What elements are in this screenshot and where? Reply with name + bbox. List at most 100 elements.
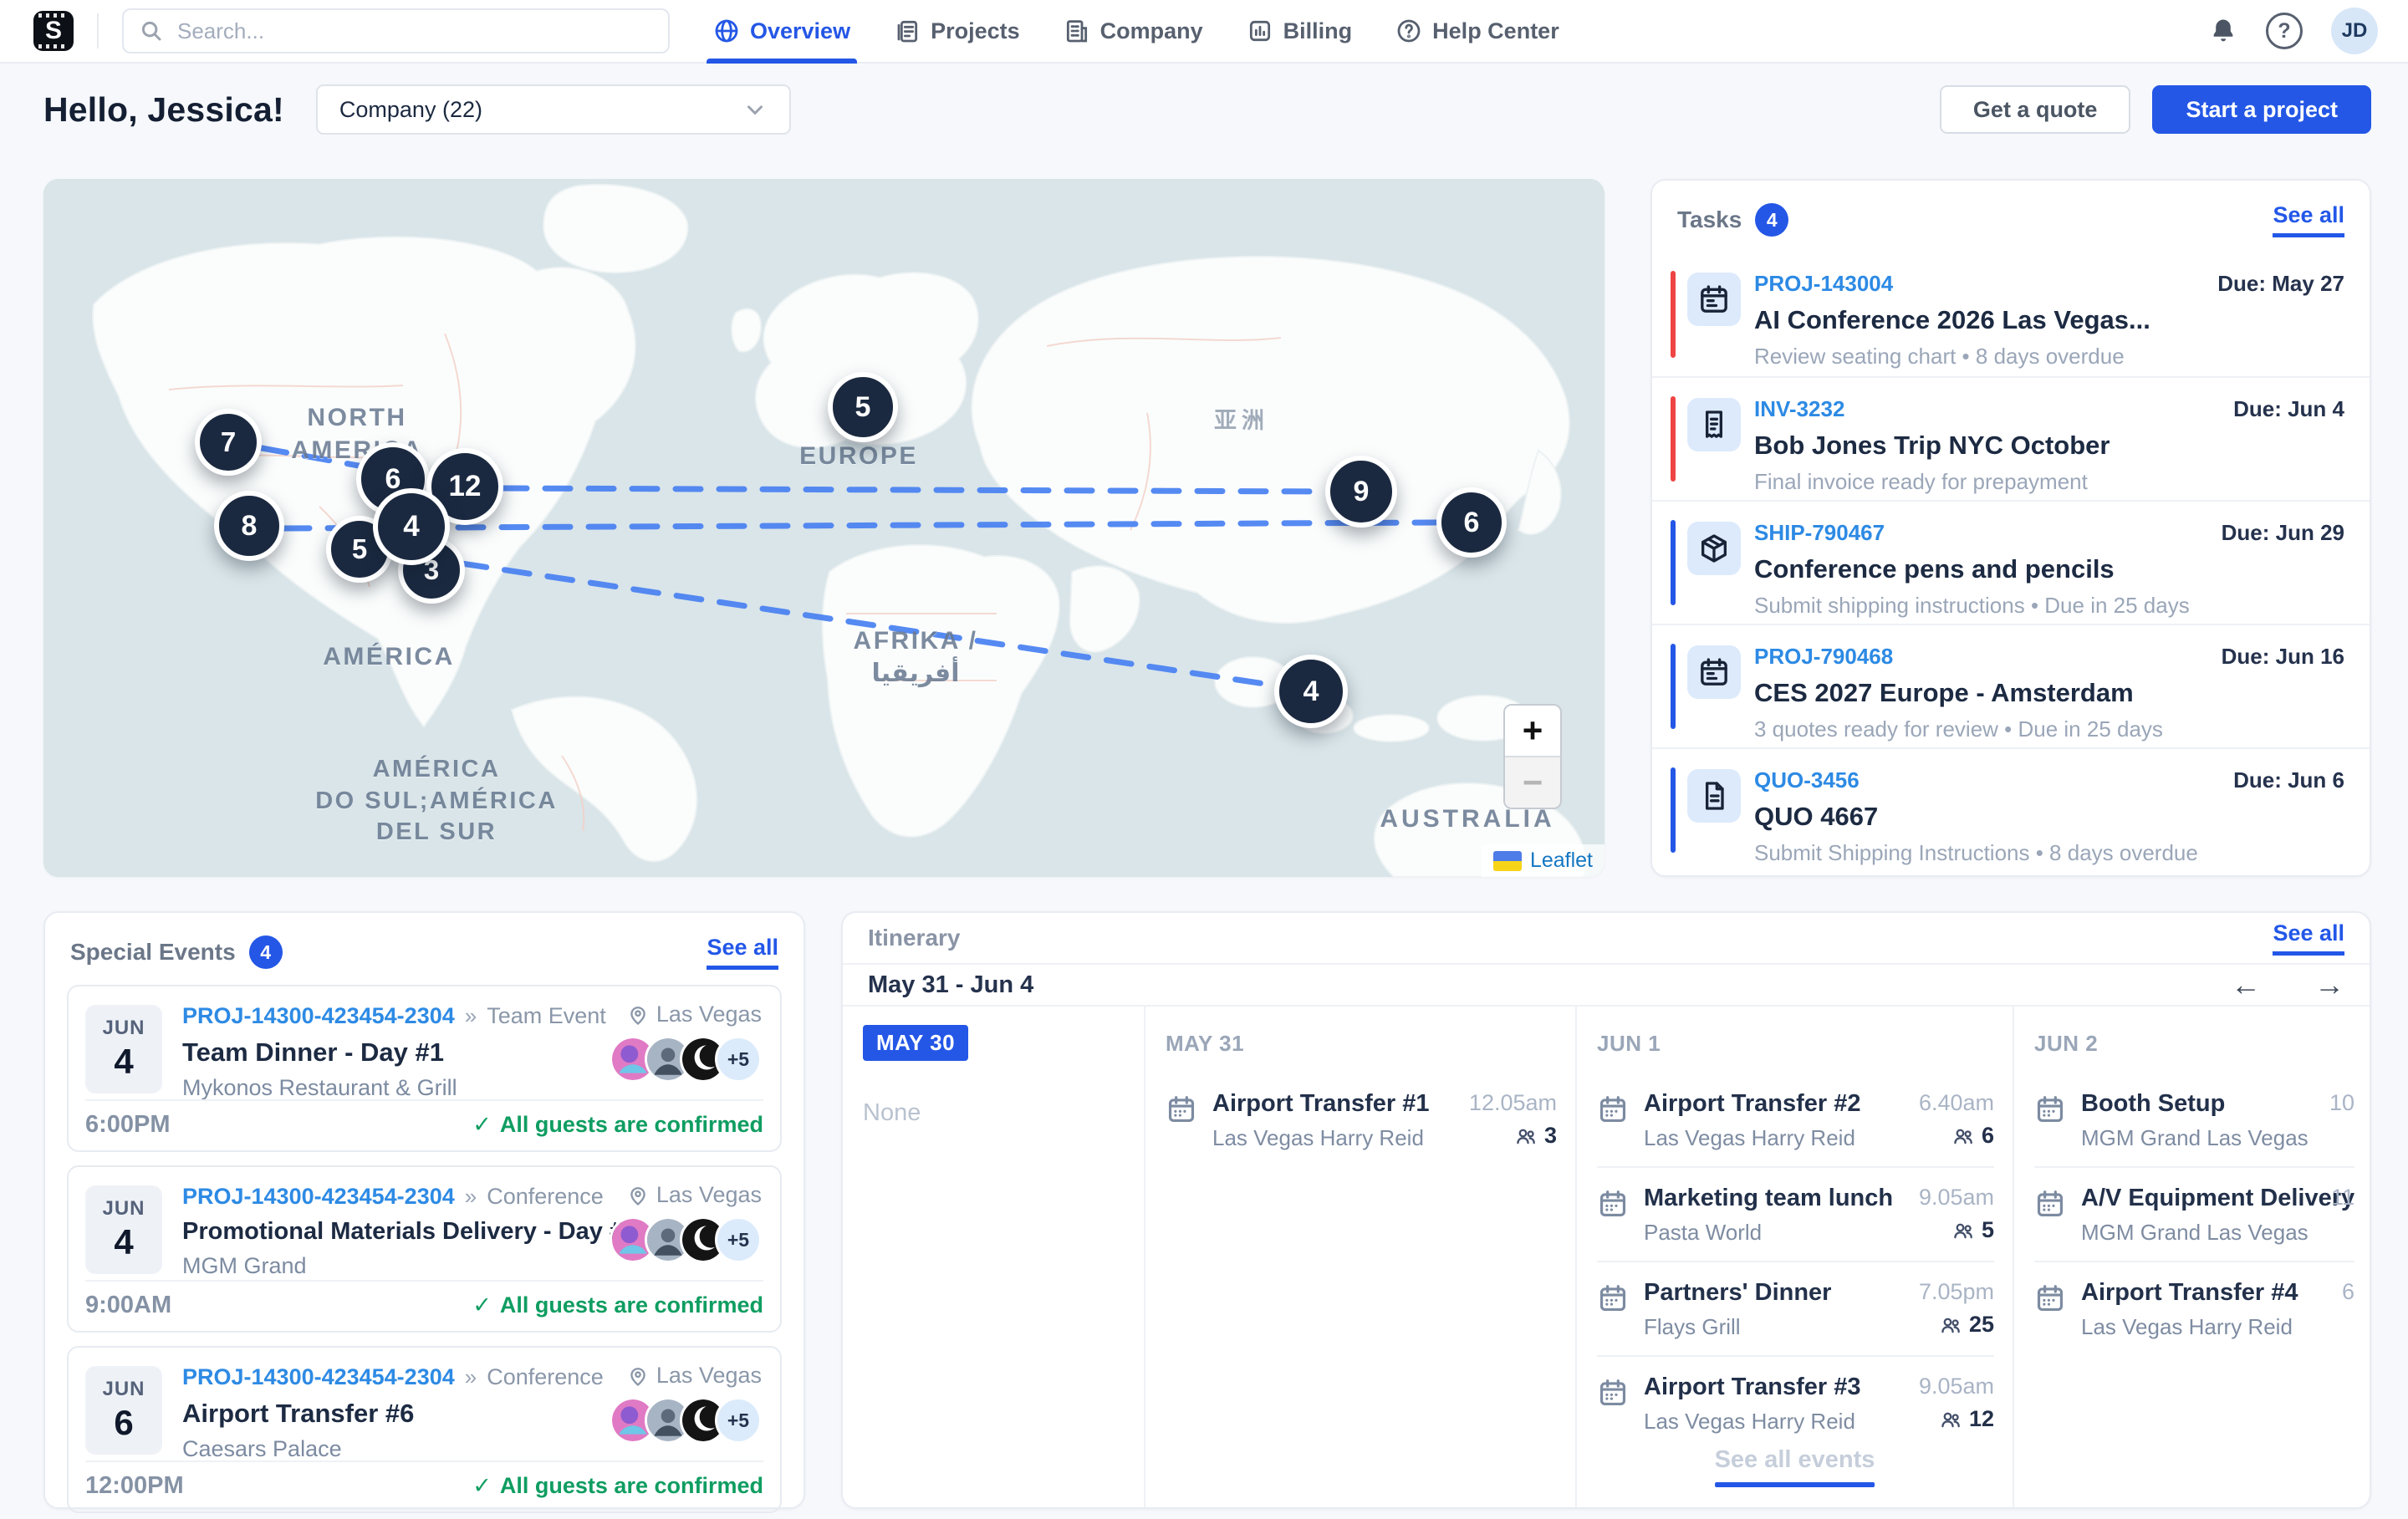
leaflet-link[interactable]: Leaflet: [1530, 849, 1593, 873]
map-cluster-marker[interactable]: 9: [1325, 456, 1397, 528]
map-label-asia: 亚洲: [1196, 406, 1288, 436]
zoom-in-button[interactable]: +: [1505, 706, 1560, 756]
task-row[interactable]: QUO-3456 QUO 4667 Submit Shipping Instru…: [1652, 747, 2370, 871]
special-events-title: Special Events: [70, 939, 236, 966]
itinerary-event-row[interactable]: Airport Transfer #3 Las Vegas Harry Reid…: [1597, 1355, 1994, 1450]
search-box[interactable]: [122, 8, 670, 54]
world-map[interactable]: NORTH AMERICA EUROPE 亚洲 AFRIKA / أفريقيا…: [43, 179, 1604, 877]
itinerary-event-time: 9.05am: [1919, 1374, 1994, 1399]
check-icon: ✓: [472, 1473, 492, 1499]
task-subtitle: Submit shipping instructions • Due in 25…: [1754, 593, 2344, 619]
map-label-europe: EUROPE: [779, 440, 938, 472]
itinerary-date-range: May 31 - Jun 4: [868, 971, 1033, 999]
see-all-events-label: See all events: [1715, 1446, 1875, 1474]
nav-tab-label: Projects: [931, 18, 1020, 44]
special-events-see-all-link[interactable]: See all: [707, 935, 778, 970]
bell-icon[interactable]: [2209, 17, 2237, 45]
itinerary-event-row[interactable]: A/V Equipment Delivery MGM Grand Las Veg…: [2034, 1166, 2354, 1261]
package-icon: [1687, 522, 1741, 575]
itinerary-event-row[interactable]: Airport Transfer #2 Las Vegas Harry Reid…: [1597, 1073, 1994, 1166]
event-status: All guests are confirmed: [500, 1112, 763, 1138]
task-row[interactable]: PROJ-143004 AI Conference 2026 Las Vegas…: [1652, 252, 2370, 376]
task-subtitle: 3 quotes ready for review • Due in 25 da…: [1754, 716, 2344, 742]
billing-chart-icon: [1247, 18, 1273, 44]
event-card[interactable]: JUN 4 PROJ-14300-423454-2304 » Team Even…: [67, 985, 782, 1152]
task-row[interactable]: INV-3232 Bob Jones Trip NYC October Fina…: [1652, 376, 2370, 500]
itinerary-event-time: 7.05pm: [1919, 1279, 1994, 1305]
search-input[interactable]: [176, 18, 653, 45]
event-status: All guests are confirmed: [500, 1292, 763, 1318]
tasks-see-all-link[interactable]: See all: [2273, 202, 2344, 237]
day-empty-label: None: [863, 1099, 1125, 1127]
day-chip-active[interactable]: MAY 30: [863, 1025, 968, 1061]
itinerary-event-row[interactable]: Booth Setup MGM Grand Las Vegas 10: [2034, 1073, 2354, 1166]
calendar-icon: [1597, 1188, 1629, 1220]
next-week-arrow[interactable]: →: [2314, 967, 2344, 1002]
calendar-icon: [1597, 1282, 1629, 1314]
start-project-button[interactable]: Start a project: [2152, 85, 2371, 134]
user-avatar[interactable]: JD: [2331, 8, 2378, 54]
itinerary-event-attendees: 5: [1982, 1217, 1994, 1243]
chevrons-right-icon: »: [465, 1184, 477, 1210]
tasks-title: Tasks: [1677, 206, 1742, 233]
check-icon: ✓: [472, 1112, 492, 1138]
map-cluster-marker[interactable]: 4: [373, 488, 450, 565]
map-label-south-america: AMÉRICA DO SUL;AMÉRICA DEL SUR: [315, 754, 558, 849]
event-venue: Mykonos Restaurant & Grill: [182, 1075, 529, 1101]
event-card[interactable]: JUN 6 PROJ-14300-423454-2304 » Conferenc…: [67, 1346, 782, 1513]
itinerary-event-row[interactable]: Partners' Dinner Flays Grill 7.05pm 25: [1597, 1261, 1994, 1355]
prev-week-arrow[interactable]: ←: [2231, 967, 2261, 1002]
itinerary-event-row[interactable]: Marketing team lunch Pasta World 9.05am …: [1597, 1166, 1994, 1261]
special-events-header: Special Events 4 See all: [45, 913, 804, 985]
app-logo[interactable]: S: [33, 11, 74, 51]
help-circle-icon[interactable]: ?: [2266, 13, 2303, 49]
nav-tab-company[interactable]: Company: [1064, 0, 1203, 63]
itinerary-event-row[interactable]: Airport Transfer #4 Las Vegas Harry Reid…: [2034, 1261, 2354, 1355]
nav-tab-billing[interactable]: Billing: [1247, 0, 1353, 63]
special-events-count-badge: 4: [249, 935, 283, 969]
start-project-label: Start a project: [2186, 97, 2338, 123]
event-time: 12:00PM: [85, 1472, 184, 1500]
task-title: QUO 4667: [1754, 802, 2344, 832]
itinerary-day-column: MAY 31 Airport Transfer #1 Las Vegas Har…: [1144, 1007, 1575, 1509]
event-project-link[interactable]: PROJ-14300-423454-2304: [182, 1184, 455, 1210]
guest-avatars: +5: [610, 1216, 762, 1263]
event-project-link[interactable]: PROJ-14300-423454-2304: [182, 1364, 455, 1390]
company-selector[interactable]: Company (22): [316, 84, 791, 135]
guest-avatars: +5: [610, 1036, 762, 1083]
itinerary-see-all-link[interactable]: See all: [2273, 920, 2344, 956]
event-day: 6: [114, 1403, 133, 1443]
itinerary-event-row[interactable]: Airport Transfer #1 Las Vegas Harry Reid…: [1166, 1073, 1557, 1166]
event-card[interactable]: JUN 4 PROJ-14300-423454-2304 » Conferenc…: [67, 1165, 782, 1333]
chevrons-right-icon: »: [465, 1364, 477, 1390]
task-subtitle: Final invoice ready for prepayment: [1754, 469, 2344, 495]
search-icon: [139, 18, 164, 43]
task-title: CES 2027 Europe - Amsterdam: [1754, 678, 2344, 708]
itinerary-event-time-clipped: 11: [2331, 1185, 2354, 1211]
map-cluster-marker[interactable]: 7: [195, 409, 262, 476]
check-icon: ✓: [472, 1292, 492, 1318]
itinerary-event-title: Airport Transfer #4: [2081, 1279, 2342, 1307]
map-cluster-marker[interactable]: 4: [1274, 655, 1348, 728]
nav-tab-projects[interactable]: Projects: [894, 0, 1020, 63]
itinerary-event-venue: Pasta World: [1644, 1220, 1919, 1246]
task-row[interactable]: PROJ-790468 CES 2027 Europe - Amsterdam …: [1652, 624, 2370, 747]
day-label: JUN 1: [1597, 1025, 1994, 1062]
calendar-icon: [2034, 1282, 2066, 1314]
event-day: 4: [114, 1042, 133, 1082]
event-project-link[interactable]: PROJ-14300-423454-2304: [182, 1003, 455, 1029]
nav-tab-overview[interactable]: Overview: [713, 0, 850, 63]
map-cluster-marker[interactable]: 8: [214, 491, 284, 561]
see-all-events-link[interactable]: See all events: [1715, 1446, 1875, 1487]
task-row[interactable]: SHIP-790467 Conference pens and pencils …: [1652, 500, 2370, 624]
zoom-out-button[interactable]: −: [1505, 756, 1560, 808]
map-cluster-marker[interactable]: 5: [828, 372, 898, 442]
itinerary-event-venue: Las Vegas Harry Reid: [1212, 1125, 1469, 1151]
location-pin-icon: [626, 1184, 650, 1207]
attendees-icon: [1514, 1124, 1538, 1148]
nav-tab-label: Company: [1100, 18, 1203, 44]
map-cluster-marker[interactable]: 6: [1436, 487, 1507, 558]
calendar-icon: [1687, 645, 1741, 699]
get-quote-button[interactable]: Get a quote: [1940, 85, 2131, 134]
nav-tab-help-center[interactable]: Help Center: [1395, 0, 1559, 63]
